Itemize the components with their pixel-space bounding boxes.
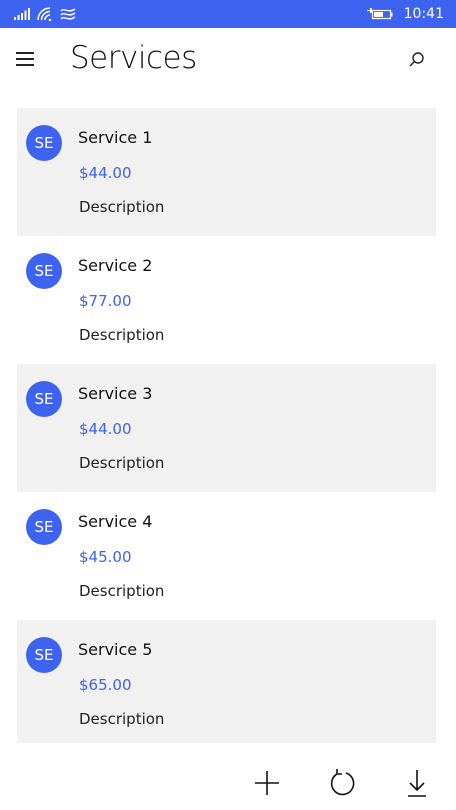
service-price: $65.00 <box>79 676 132 694</box>
services-list: SE Service 1 $44.00 Description SE Servi… <box>17 108 436 743</box>
service-name: Service 1 <box>78 128 153 147</box>
service-price: $45.00 <box>79 548 132 566</box>
service-description: Description <box>79 326 165 344</box>
list-item[interactable]: SE Service 2 $77.00 Description <box>17 236 436 364</box>
service-description: Description <box>79 710 165 728</box>
search-icon[interactable] <box>405 49 429 73</box>
service-name: Service 5 <box>78 640 153 659</box>
service-name: Service 3 <box>78 384 153 403</box>
service-description: Description <box>79 198 165 216</box>
avatar: SE <box>26 253 62 289</box>
list-item[interactable]: SE Service 4 $45.00 Description <box>17 492 436 620</box>
service-price: $44.00 <box>79 420 132 438</box>
list-item[interactable]: SE Service 1 $44.00 Description <box>17 108 436 236</box>
page-title: Services <box>70 40 197 76</box>
battery-icon <box>366 7 394 21</box>
service-name: Service 4 <box>78 512 153 531</box>
avatar: SE <box>26 509 62 545</box>
download-icon[interactable] <box>402 768 432 798</box>
signal-icon <box>14 8 30 20</box>
service-description: Description <box>79 582 165 600</box>
status-left <box>14 5 76 23</box>
status-right: 10:41 <box>366 5 444 23</box>
avatar: SE <box>26 381 62 417</box>
status-bar: 10:41 <box>0 0 456 28</box>
service-description: Description <box>79 454 165 472</box>
list-item[interactable]: SE Service 3 $44.00 Description <box>17 364 436 492</box>
refresh-icon[interactable] <box>327 768 357 798</box>
hamburger-menu-icon[interactable] <box>16 50 38 68</box>
app-bar <box>0 760 456 810</box>
avatar: SE <box>26 125 62 161</box>
status-time: 10:41 <box>403 6 444 22</box>
list-item[interactable]: SE Service 5 $65.00 Description <box>17 620 436 743</box>
add-icon[interactable] <box>252 768 282 798</box>
wifi-icon <box>37 7 53 21</box>
header: Services <box>0 28 456 98</box>
service-price: $77.00 <box>79 292 132 310</box>
service-name: Service 2 <box>78 256 153 275</box>
service-price: $44.00 <box>79 164 132 182</box>
data-sense-icon <box>60 7 76 21</box>
avatar: SE <box>26 637 62 673</box>
